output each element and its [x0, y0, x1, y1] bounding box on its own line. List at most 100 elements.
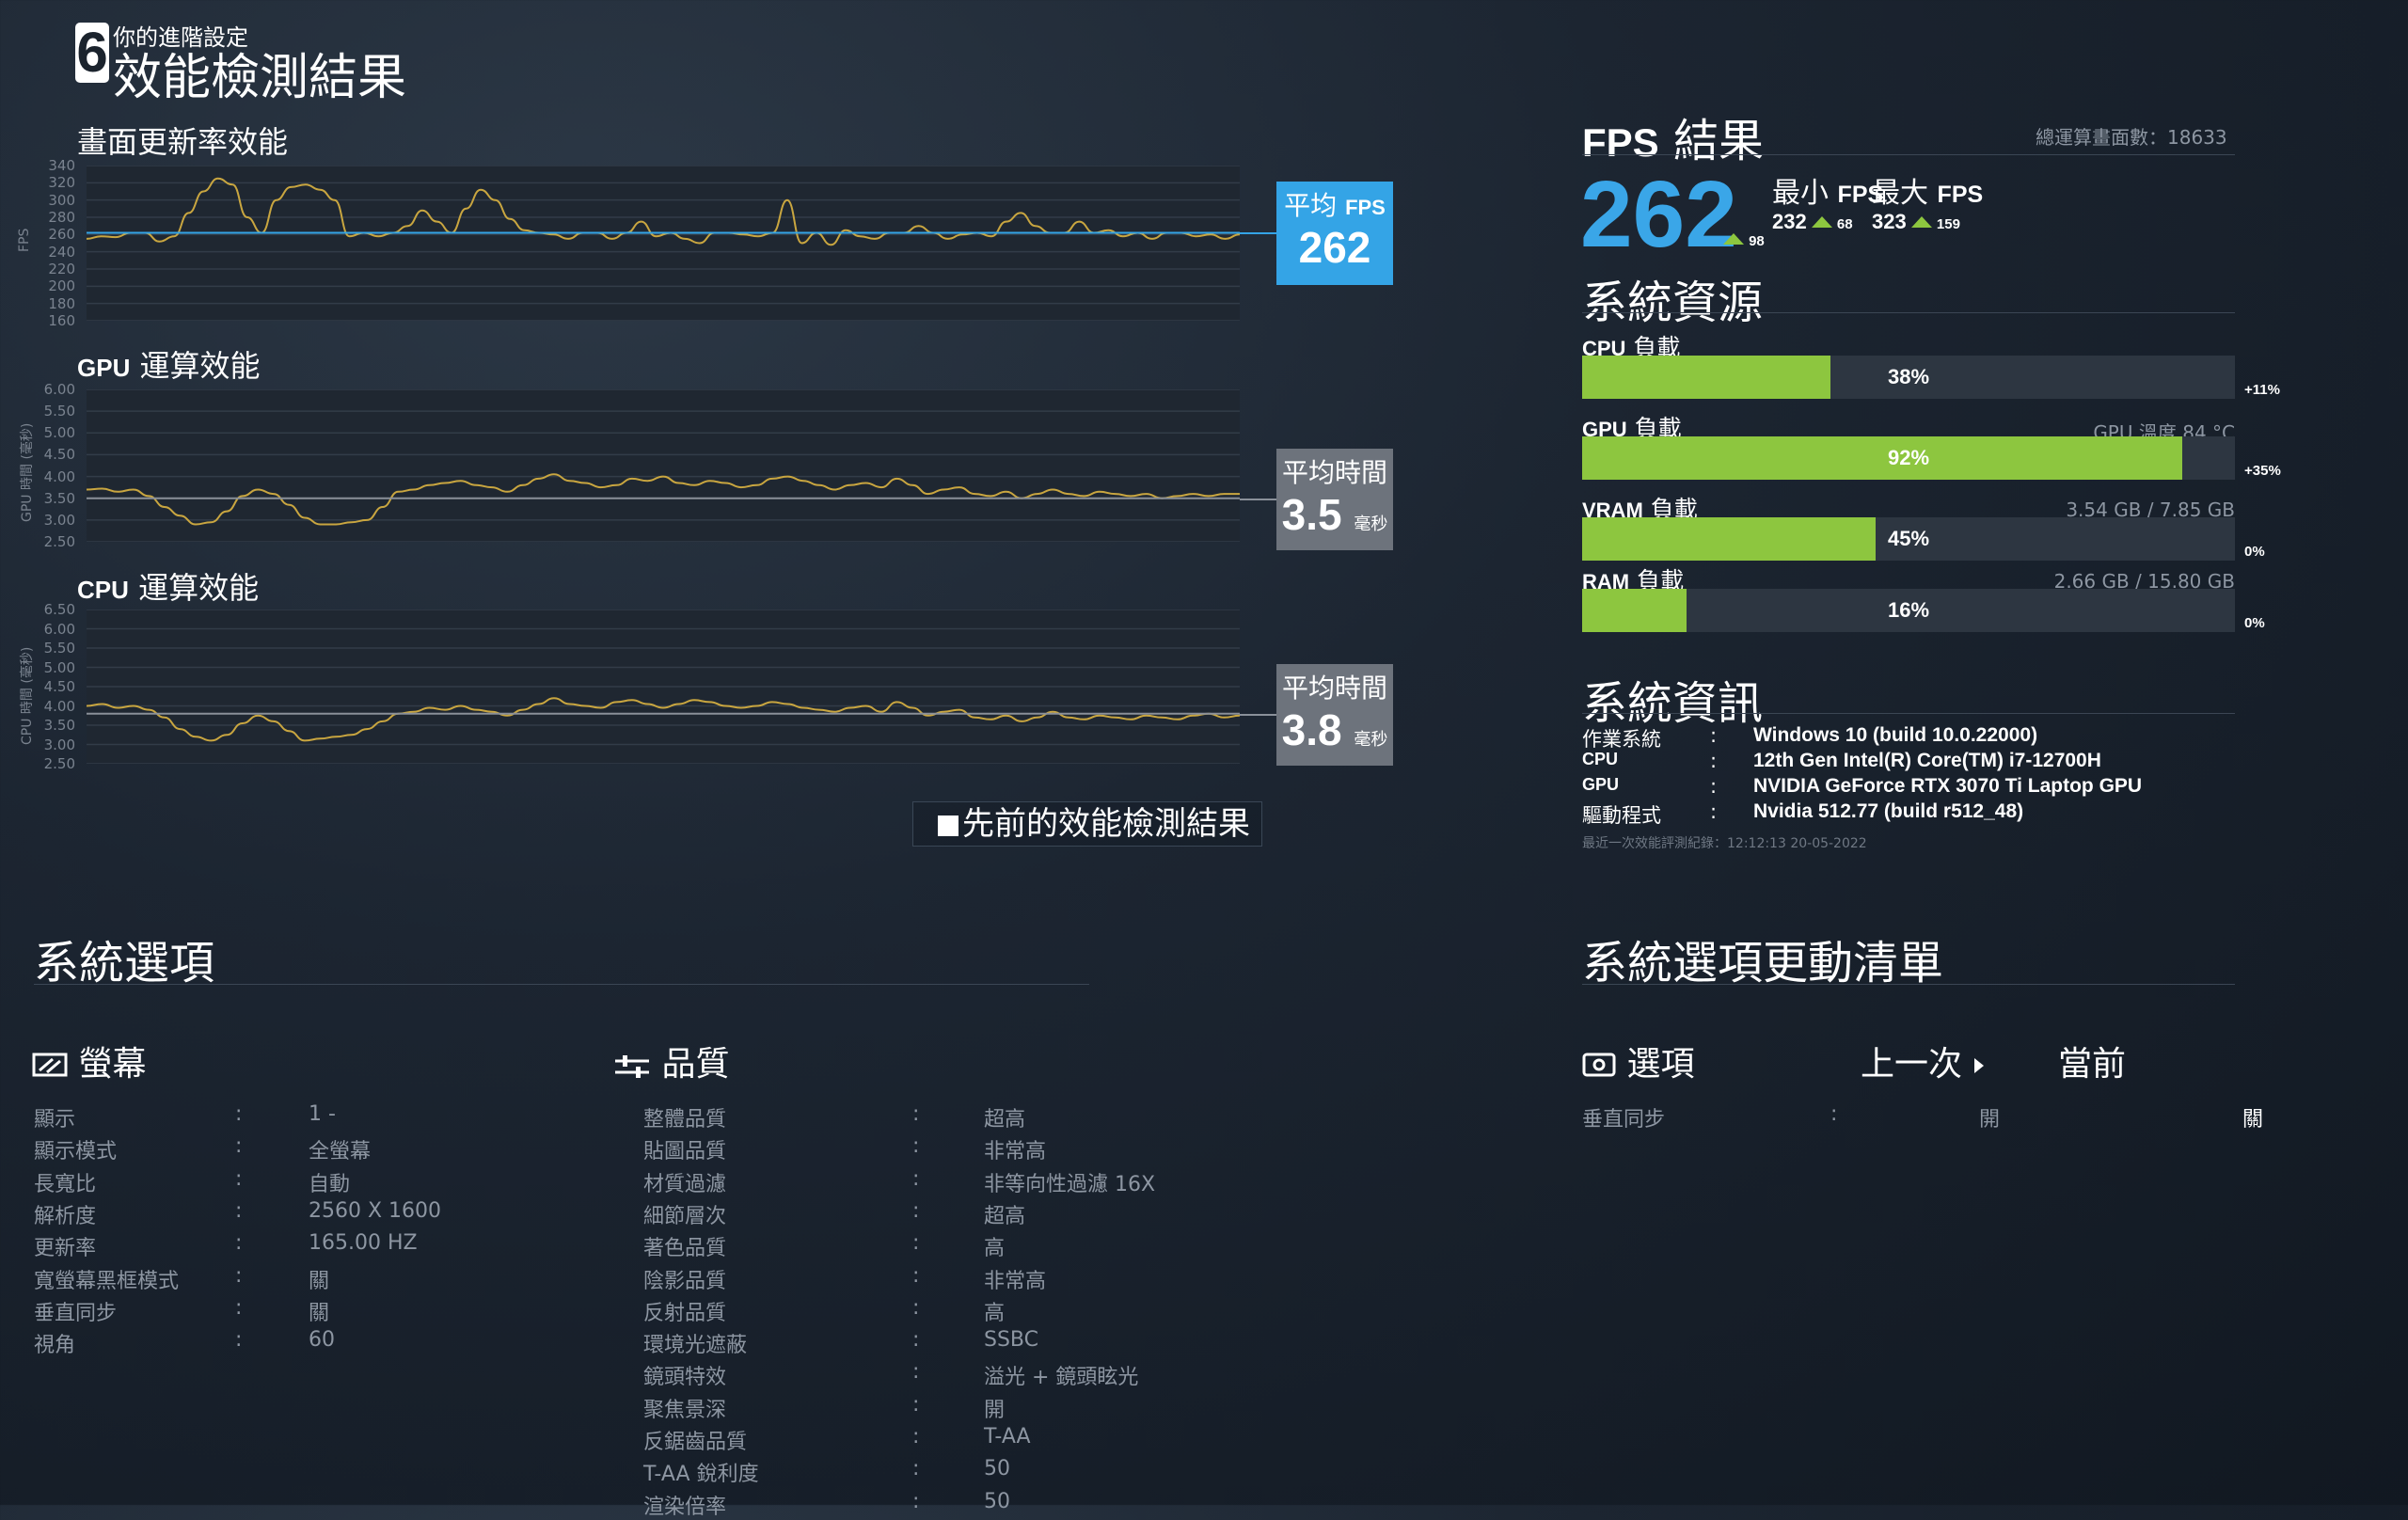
option-key: 聚焦景深: [643, 1398, 727, 1422]
option-row: 反射品質: 高: [643, 1295, 1302, 1325]
option-key: 顯示模式: [34, 1140, 118, 1164]
quality-section-title: 品質: [613, 1037, 729, 1085]
sysinfo-row: GPU: NVIDIA GeForce RTX 3070 Ti Laptop GP…: [1582, 775, 2241, 800]
option-value: 自動: [309, 1172, 351, 1196]
gpu-chart-title-text: 運算效能: [139, 348, 261, 384]
fps-average-badge: 平均 FPS 262: [1276, 182, 1393, 285]
resource-bar-delta: 0%: [2244, 615, 2265, 631]
y-tick-label: 4.50: [43, 678, 75, 695]
fps-badge-tag: FPS: [1345, 196, 1386, 219]
quality-title-text: 品質: [661, 1045, 730, 1084]
max-label: 最大: [1872, 177, 1928, 210]
divider: [1582, 154, 2235, 155]
option-row: 解析度: 2560 X 1600: [34, 1198, 692, 1228]
y-tick-label: 3.00: [43, 511, 75, 529]
y-tick-label: 3.50: [43, 489, 75, 507]
option-row: 細節層次: 超高: [643, 1199, 1302, 1228]
y-tick-label: 5.50: [43, 640, 75, 657]
sysinfo-separator: :: [1710, 750, 1718, 772]
y-tick-label: 300: [48, 191, 75, 209]
option-value: 高: [984, 1237, 1006, 1261]
option-separator: :: [235, 1102, 243, 1126]
option-value: T-AA: [984, 1425, 1031, 1449]
display-section-title: 螢幕: [32, 1037, 146, 1085]
option-value: SSBC: [984, 1328, 1038, 1353]
option-row: 著色品質: 高: [643, 1231, 1302, 1261]
previous-results-button[interactable]: 先前的效能檢測結果: [912, 801, 1262, 847]
option-value: 2560 X 1600: [309, 1198, 442, 1223]
min-label: 最小: [1772, 177, 1829, 210]
option-separator: :: [912, 1489, 920, 1513]
option-row: 長寬比: 自動: [34, 1166, 692, 1196]
sysinfo-row: CPU: 12th Gen Intel(R) Core(TM) i7-12700H: [1582, 750, 2241, 775]
cpu-average-badge: 平均時間 3.8 毫秒: [1276, 664, 1393, 766]
y-tick-label: 4.00: [43, 697, 75, 715]
y-tick-label: 5.00: [43, 424, 75, 442]
min-fps-delta: 68: [1836, 216, 1853, 232]
cpu-average-value: 3.8: [1281, 705, 1342, 754]
gpu-chart-title-tag: GPU: [77, 354, 131, 382]
fps-average-big: 262: [1580, 162, 1737, 267]
option-separator: :: [235, 1328, 243, 1353]
gpu-average-connector: [1240, 499, 1276, 500]
option-row: 垂直同步: 關: [34, 1295, 692, 1325]
change-previous: 開: [1979, 1108, 2001, 1132]
change-separator: :: [1830, 1102, 1838, 1126]
y-tick-label: 4.50: [43, 446, 75, 464]
fps-badge-label: 平均: [1284, 190, 1338, 221]
changes-option-header: 選項: [1582, 1037, 1694, 1085]
fps-results-tag: FPS: [1582, 120, 1659, 165]
sysinfo-title: 系統資訊: [1582, 677, 1764, 730]
resource-bar-track: 92%: [1582, 436, 2235, 480]
option-key: 垂直同步: [34, 1301, 118, 1325]
resource-bar-percent: 38%: [1887, 365, 1930, 388]
sysinfo-value: Nvidia 512.77 (build r512_48): [1753, 800, 2024, 822]
max-fps-value-group: 323 159: [1872, 210, 1960, 234]
option-key: 視角: [34, 1334, 76, 1358]
option-key: 環境光遮蔽: [643, 1334, 748, 1358]
option-row: 材質過濾: 非等向性過濾 16X: [643, 1167, 1302, 1196]
sliders-icon: [615, 1055, 649, 1078]
option-key: T-AA 銳利度: [643, 1463, 759, 1487]
option-key: 顯示: [34, 1108, 76, 1132]
option-separator: :: [235, 1231, 243, 1256]
option-key: 解析度: [34, 1204, 97, 1228]
changes-current-header: 當前: [2058, 1045, 2127, 1084]
option-value: 非常高: [984, 1269, 1047, 1293]
fps-delta-value: 98: [1749, 233, 1765, 249]
sysinfo-key: 作業系統: [1582, 728, 1661, 751]
divider: [1582, 713, 2235, 714]
option-row: 反鋸齒品質: T-AA: [643, 1425, 1302, 1454]
option-separator: :: [235, 1166, 243, 1191]
option-key: 鏡頭特效: [643, 1366, 727, 1390]
option-value: 1 -: [309, 1102, 336, 1126]
resource-bar-percent: 16%: [1887, 598, 1930, 622]
fps-results-heading: FPS 結果: [1582, 103, 1764, 169]
y-tick-label: 220: [48, 261, 75, 277]
sysinfo-key: 驅動程式: [1582, 804, 1661, 827]
option-separator: :: [235, 1295, 243, 1320]
cpu-chart-title: CPU 運算效能: [77, 564, 259, 608]
option-separator: :: [912, 1360, 920, 1385]
y-tick-label: 200: [48, 277, 75, 295]
cpu-chart-title-text: 運算效能: [138, 570, 260, 606]
cpu-average-connector: [1240, 714, 1276, 716]
up-arrow-icon: [1723, 233, 1744, 245]
option-separator: :: [912, 1295, 920, 1320]
resource-bar-delta: 0%: [2244, 544, 2265, 560]
option-row: 整體品質: 超高: [643, 1102, 1302, 1132]
option-row: 渲染倍率:50: [643, 1489, 1302, 1519]
cpu-y-axis: 2.50 3.00 3.50 4.00 4.50 5.00 5.50 6.00 6.50: [15, 603, 75, 771]
sysinfo-value: 12th Gen Intel(R) Core(TM) i7-12700H: [1753, 750, 2101, 771]
option-row: 聚焦景深: 開: [643, 1393, 1302, 1422]
fps-results-title: 結果: [1672, 115, 1764, 167]
option-key: 更新率: [34, 1237, 97, 1261]
resource-bar-delta: +11%: [2244, 382, 2280, 398]
option-key: 材質過濾: [643, 1172, 727, 1196]
option-separator: :: [912, 1134, 920, 1159]
changes-previous-header[interactable]: 上一次: [1861, 1037, 1986, 1085]
fps-average-delta: 98: [1723, 231, 1765, 249]
gpu-badge-unit: 毫秒: [1354, 515, 1388, 534]
y-tick-label: 160: [48, 312, 75, 329]
sysinfo-value: Windows 10 (build 10.0.22000): [1753, 724, 2038, 746]
